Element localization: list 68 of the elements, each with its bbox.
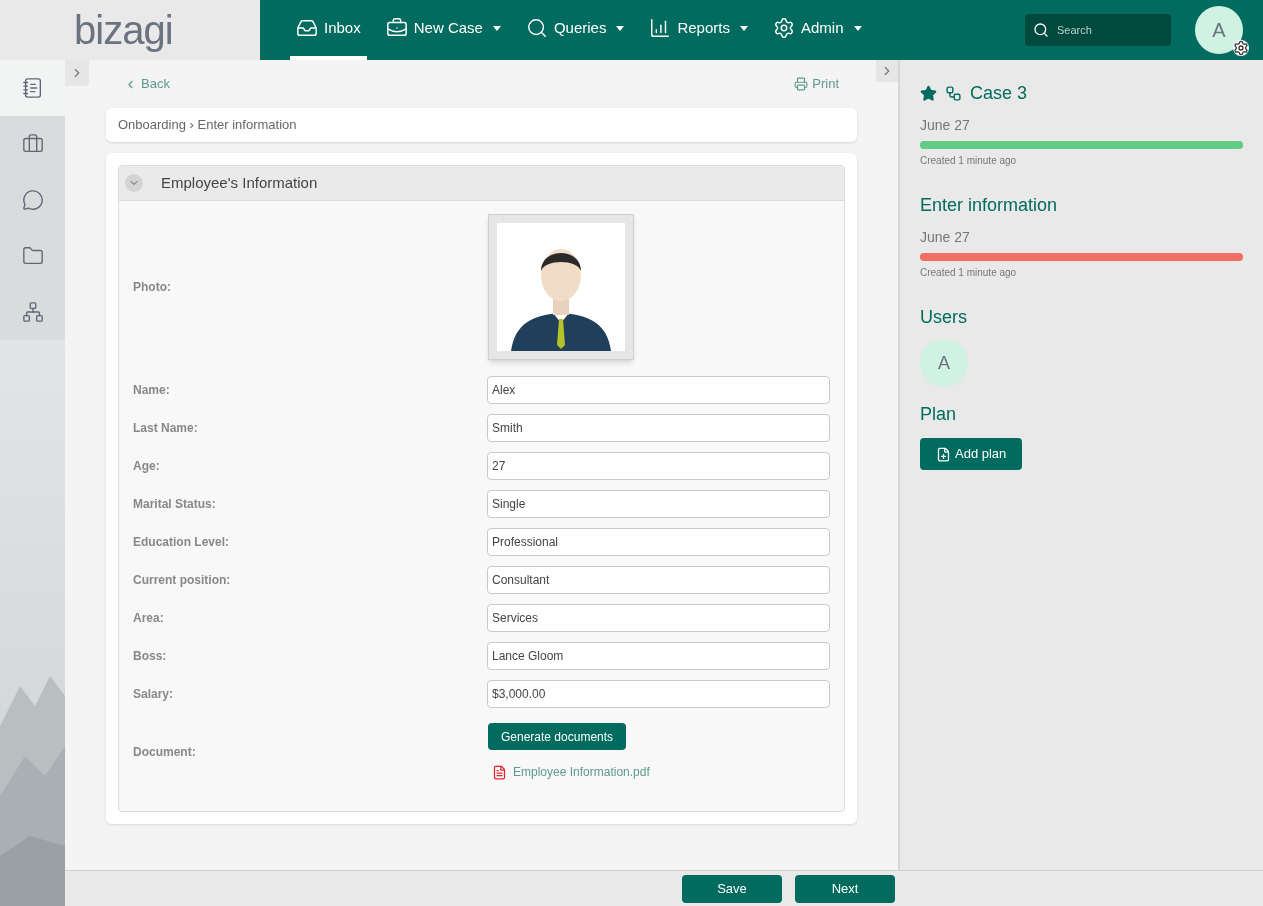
caret-icon (616, 25, 625, 31)
caret-icon (739, 25, 748, 31)
input-field[interactable]: Services (486, 604, 830, 632)
search-icon (525, 17, 548, 39)
field-label: Name: (133, 382, 171, 399)
input-field[interactable]: Lance Gloom (486, 642, 830, 670)
nav-tab[interactable]: Reports (643, 0, 754, 60)
input-field[interactable]: Alex (486, 376, 830, 404)
users-heading: Users (920, 306, 968, 329)
plan-heading: Plan (920, 403, 958, 426)
notebook-icon (21, 77, 44, 99)
star-icon[interactable] (920, 85, 937, 102)
sidebar-item[interactable] (0, 60, 65, 116)
section-title: Employee's Information (161, 172, 318, 193)
field-label: Document: (133, 744, 197, 761)
input-field[interactable]: Professional (486, 528, 830, 556)
created-note: Created 1 minute ago (920, 266, 1018, 280)
chat-icon (21, 189, 44, 211)
nav-tab[interactable]: New Case (379, 0, 507, 60)
folder-icon (21, 245, 44, 267)
settings-icon (772, 17, 795, 39)
field-label: Area: (133, 610, 165, 627)
input-field[interactable]: Consultant (486, 566, 830, 594)
input-field[interactable]: Single (486, 490, 830, 518)
input-field[interactable]: Smith (486, 414, 830, 442)
footer-button[interactable]: Next (795, 874, 895, 903)
process-icon (945, 85, 962, 102)
bar-chart-icon (649, 17, 672, 39)
field-label: Current position: (133, 572, 232, 589)
search-input[interactable]: Search (1057, 21, 1147, 39)
user-avatar[interactable]: A (920, 339, 968, 387)
footer-button[interactable]: Save (682, 874, 782, 903)
created-note: Created 1 minute ago (920, 154, 1018, 168)
printer-icon (794, 77, 809, 91)
breadcrumb: Onboarding › Enter information (106, 108, 857, 142)
search-icon (1033, 22, 1049, 38)
inbox-icon (296, 17, 318, 39)
caret-icon (853, 25, 862, 31)
field-label: Age: (133, 458, 161, 475)
field-label: Boss: (133, 648, 168, 665)
input-field[interactable]: 27 (486, 452, 830, 480)
user-avatar[interactable]: A (1195, 6, 1243, 54)
expand-button[interactable] (876, 60, 898, 82)
generate-button[interactable]: Generate documents (488, 723, 627, 750)
field-label: Last Name: (133, 420, 199, 437)
milestone-date: June 27 (920, 228, 971, 247)
expand-button[interactable] (65, 60, 89, 86)
milestone-title: Enter information (920, 194, 1059, 217)
field-label: Salary: (133, 686, 175, 703)
case-title: Case 3 (970, 82, 1028, 105)
search-field[interactable]: Search (1025, 14, 1171, 46)
collapse-toggle[interactable] (125, 174, 143, 192)
nav-tab[interactable]: Queries (519, 0, 631, 60)
field-label: Marital Status: (133, 496, 217, 513)
add-plan-button[interactable]: Add plan (920, 438, 1023, 470)
input-field[interactable]: $3,000.00 (486, 680, 830, 708)
field-label: Education Level: (133, 534, 231, 551)
caret-icon (492, 25, 501, 31)
briefcase-plus-icon (385, 17, 408, 39)
settings-icon[interactable] (1233, 40, 1249, 56)
nav-tab[interactable]: Admin (766, 0, 868, 60)
hierarchy-icon (21, 301, 44, 323)
field-label: Photo: (133, 279, 172, 296)
briefcase-icon (21, 133, 44, 155)
logo: bizagi (74, 10, 173, 50)
milestone-date: June 27 (920, 116, 971, 135)
file-plus-icon (936, 446, 951, 462)
pdf-icon (492, 764, 507, 780)
